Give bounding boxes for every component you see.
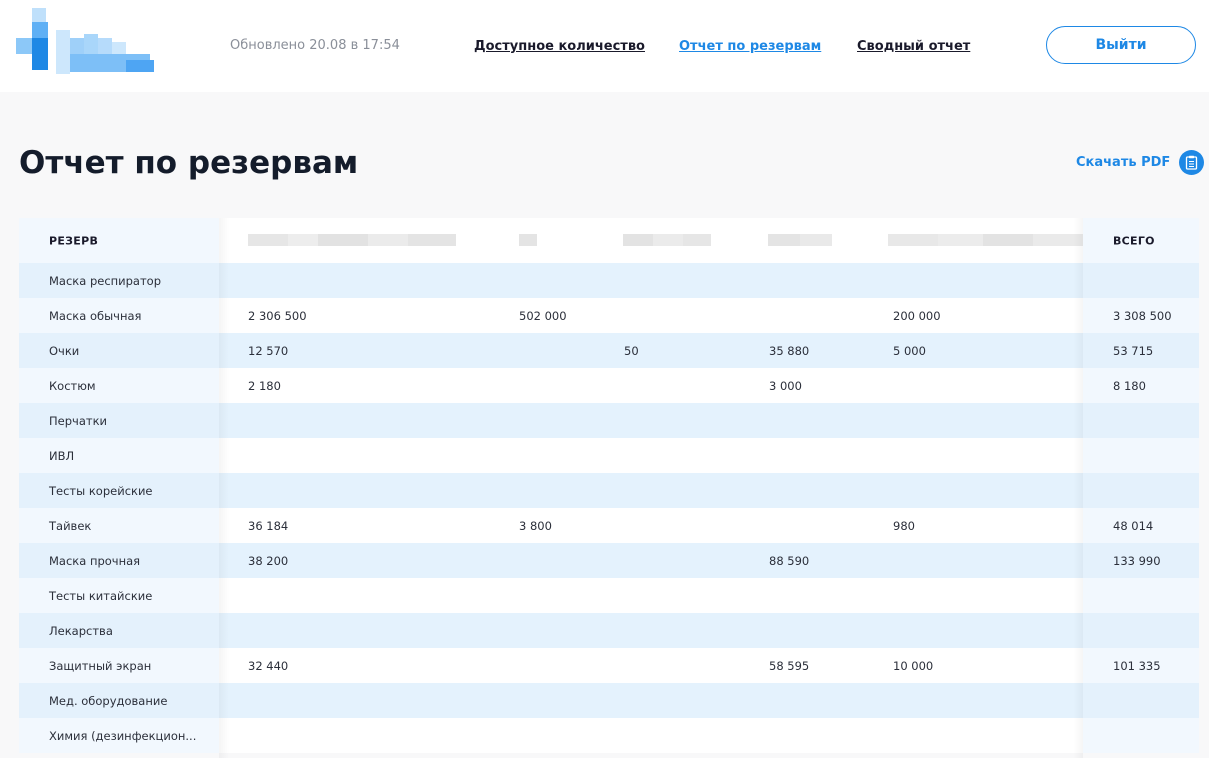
total-cell: 133 990: [1113, 553, 1161, 568]
value-cell: 35 880: [769, 343, 810, 358]
table-row: Перчатки: [19, 403, 1199, 438]
value-cell: 2 180: [248, 378, 281, 393]
table-row: Химия (дезинфекцион...: [19, 718, 1199, 753]
reserve-name-cell: Маска прочная: [49, 553, 141, 568]
table-row: Маска прочная 38 200 88 590 133 990: [19, 543, 1199, 578]
nav-reserve-report[interactable]: Отчет по резервам: [679, 39, 821, 54]
value-cell: 200 000: [893, 308, 941, 323]
download-pdf-label: Скачать PDF: [1076, 155, 1171, 170]
value-cell: 32 440: [248, 658, 289, 673]
value-cell: 980: [893, 518, 915, 533]
updated-timestamp: Обновлено 20.08 в 17:54: [230, 38, 400, 53]
table-row: Мед. оборудование: [19, 683, 1199, 718]
reserve-name-cell: Химия (дезинфекцион...: [49, 728, 197, 743]
nav-available-quantity[interactable]: Доступное количество: [474, 39, 645, 54]
table-row: Защитный экран 32 440 58 595 10 000 101 335: [19, 648, 1199, 683]
header-total: ВСЕГО: [1113, 234, 1155, 247]
table-row: Очки 12 570 50 35 880 5 000 53 715: [19, 333, 1199, 368]
reserve-name-cell: Очки: [49, 343, 80, 358]
value-cell: 2 306 500: [248, 308, 307, 323]
reserve-name-cell: Тесты китайские: [49, 588, 153, 603]
reserve-table: РЕЗЕРВ ВСЕГО Маска респиратор Маска обыч…: [19, 218, 1199, 758]
value-cell: 12 570: [248, 343, 289, 358]
table-header: РЕЗЕРВ ВСЕГО: [19, 218, 1199, 263]
total-cell: 3 308 500: [1113, 308, 1172, 323]
reserve-name-cell: Перчатки: [49, 413, 107, 428]
value-cell: 58 595: [769, 658, 810, 673]
reserve-name-cell: ИВЛ: [49, 448, 75, 463]
value-cell: 88 590: [769, 553, 810, 568]
reserve-name-cell: Маска респиратор: [49, 273, 162, 288]
nav-summary-report[interactable]: Сводный отчет: [857, 39, 970, 54]
total-cell: 48 014: [1113, 518, 1154, 533]
reserve-name-cell: Защитный экран: [49, 658, 152, 673]
value-cell: 502 000: [519, 308, 567, 323]
table-row: Маска респиратор: [19, 263, 1199, 298]
table-row: Тесты китайские: [19, 578, 1199, 613]
value-cell: 3 800: [519, 518, 552, 533]
value-cell: 5 000: [893, 343, 926, 358]
header-reserve: РЕЗЕРВ: [49, 234, 99, 247]
value-cell: 38 200: [248, 553, 289, 568]
reserve-name-cell: Лекарства: [49, 623, 113, 638]
redacted-column-header: [623, 234, 711, 246]
value-cell: 10 000: [893, 658, 934, 673]
table-row: Маска обычная 2 306 500 502 000 200 000 3 30…: [19, 298, 1199, 333]
document-icon: [1179, 150, 1205, 175]
logout-button[interactable]: Выйти: [1046, 26, 1196, 64]
reserve-name-cell: Тайвек: [49, 518, 92, 533]
total-cell: 53 715: [1113, 343, 1154, 358]
table-row: ИВЛ: [19, 438, 1199, 473]
redacted-column-header: [768, 234, 832, 246]
page-title: Отчет по резервам: [19, 145, 359, 181]
logo[interactable]: [16, 8, 154, 74]
value-cell: 36 184: [248, 518, 289, 533]
value-cell: 50: [624, 343, 639, 358]
reserve-name-cell: Костюм: [49, 378, 96, 393]
table-row: Костюм 2 180 3 000 8 180: [19, 368, 1199, 403]
table-row: Тесты корейские: [19, 473, 1199, 508]
reserve-name-cell: Маска обычная: [49, 308, 142, 323]
total-cell: 8 180: [1113, 378, 1146, 393]
redacted-column-header: [248, 234, 456, 246]
reserve-name-cell: Мед. оборудование: [49, 693, 168, 708]
reserve-name-cell: Тесты корейские: [49, 483, 153, 498]
redacted-column-header: [888, 234, 1083, 246]
table-row: Тайвек 36 184 3 800 980 48 014: [19, 508, 1199, 543]
table-row: Лекарства: [19, 613, 1199, 648]
redacted-column-header: [519, 234, 537, 246]
top-header: Обновлено 20.08 в 17:54 Доступное количе…: [0, 0, 1209, 92]
total-cell: 101 335: [1113, 658, 1161, 673]
download-pdf-button[interactable]: Скачать PDF: [1076, 150, 1205, 175]
value-cell: 3 000: [769, 378, 802, 393]
